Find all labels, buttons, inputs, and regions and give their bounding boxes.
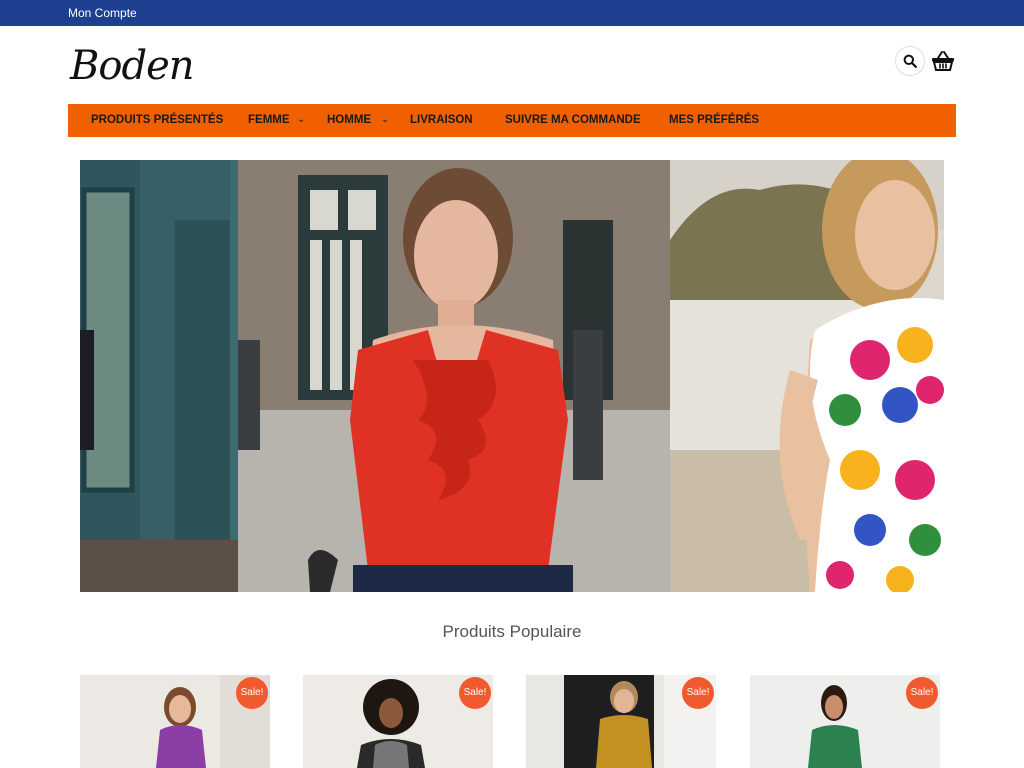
nav-item-femme[interactable]: FEMME <box>248 104 290 137</box>
search-icon <box>903 54 917 68</box>
top-bar: Mon Compte <box>0 0 1024 26</box>
nav-item-mes-preferes[interactable]: MES PRÉFÉRÉS <box>669 104 759 137</box>
popular-products-title: Produits Populaire <box>442 622 582 641</box>
hero-slider[interactable] <box>80 160 944 592</box>
product-card[interactable]: Sale! <box>750 675 940 768</box>
cart-button[interactable] <box>930 48 956 74</box>
my-account-link[interactable]: Mon Compte <box>68 6 137 20</box>
search-button[interactable] <box>895 46 925 76</box>
main-nav: PRODUITS PRÉSENTÉS FEMME ⌄ HOMME ⌄ LIVRA… <box>68 104 956 137</box>
sale-badge: Sale! <box>682 677 714 709</box>
hero-slide-red-top <box>238 160 670 592</box>
nav-item-homme[interactable]: HOMME <box>327 104 371 137</box>
brand-logo[interactable]: Boden <box>70 40 195 92</box>
basket-icon <box>932 51 954 71</box>
chevron-down-icon[interactable]: ⌄ <box>381 104 389 137</box>
nav-item-suivre-ma-commande[interactable]: SUIVRE MA COMMANDE <box>505 104 641 137</box>
product-card[interactable]: Sale! <box>303 675 493 768</box>
nav-item-produits-presentes[interactable]: PRODUITS PRÉSENTÉS <box>91 104 223 137</box>
hero-slide-floral-dress <box>670 160 944 592</box>
product-card[interactable]: Sale! <box>80 675 270 768</box>
sale-badge: Sale! <box>236 677 268 709</box>
chevron-down-icon[interactable]: ⌄ <box>297 104 305 137</box>
nav-item-livraison[interactable]: LIVRAISON <box>410 104 473 137</box>
hero-slide-doorway <box>80 160 238 592</box>
sale-badge: Sale! <box>459 677 491 709</box>
sale-badge: Sale! <box>906 677 938 709</box>
product-card[interactable]: Sale! <box>526 675 716 768</box>
